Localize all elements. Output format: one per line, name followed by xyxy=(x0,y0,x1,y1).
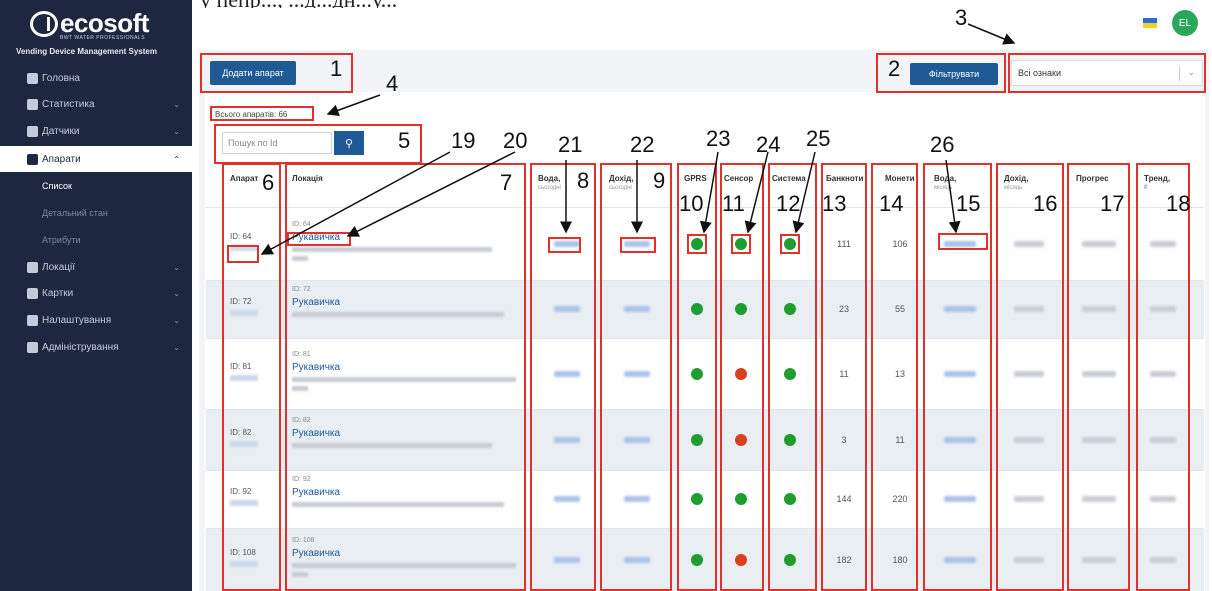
annotation-arrows xyxy=(260,23,1016,255)
